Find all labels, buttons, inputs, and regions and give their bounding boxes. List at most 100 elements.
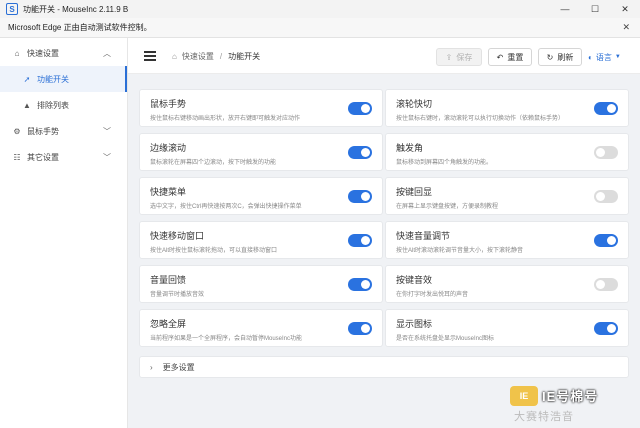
feature-title: 边缘滚动 bbox=[150, 143, 187, 153]
undo-icon: ↶ bbox=[496, 52, 504, 62]
feature-description: 当前程序如果是一个全屏程序，会自动暂停MouseInc功能 bbox=[150, 336, 303, 342]
feature-description: 鼠标滚轮在屏幕四个边滚动，按下时触发的功能 bbox=[150, 160, 277, 166]
feature-toggle[interactable] bbox=[348, 234, 372, 247]
app-icon: S bbox=[6, 3, 18, 15]
more-settings-label: 更多设置 bbox=[162, 362, 195, 372]
save-button[interactable]: ⇪ 保存 bbox=[436, 48, 482, 66]
feature-toggle[interactable] bbox=[348, 146, 372, 159]
feature-title: 快捷菜单 bbox=[150, 187, 187, 197]
sidebar-item-label: 其它设置 bbox=[27, 152, 59, 162]
upload-icon: ⇪ bbox=[445, 52, 453, 62]
watermark-subtitle: 大赛特浩音 bbox=[514, 411, 574, 423]
watermark-brand: IE号棉号 bbox=[542, 389, 599, 404]
feature-toggle[interactable] bbox=[594, 322, 618, 335]
sidebar-item-label: 鼠标手势 bbox=[27, 126, 59, 136]
refresh-icon: ↻ bbox=[546, 52, 554, 62]
feature-title: 快速移动窗口 bbox=[150, 231, 205, 241]
feature-title: 触发角 bbox=[396, 143, 424, 153]
chevron-down-icon: ﹀ bbox=[103, 126, 111, 136]
feature-card: 按键回显在屏幕上显示键盘按键，方便录制教程 bbox=[385, 177, 629, 215]
feature-title: 忽略全屏 bbox=[150, 319, 187, 329]
globe-icon: ◐ bbox=[588, 52, 593, 62]
feature-description: 音量调节时播放音效 bbox=[150, 292, 205, 298]
sidebar-item-exclusion-list[interactable]: ▲ 排除列表 bbox=[0, 92, 127, 118]
feature-card: 边缘滚动鼠标滚轮在屏幕四个边滚动，按下时触发的功能 bbox=[139, 133, 383, 171]
active-indicator bbox=[125, 66, 127, 92]
sidebar-item-label: 功能开关 bbox=[37, 74, 69, 84]
feature-description: 在屏幕上显示键盘按键，方便录制教程 bbox=[396, 204, 499, 210]
feature-card: 按键音效在你打字时发出悦耳的声音 bbox=[385, 265, 629, 303]
feature-description: 选中文字，按住Ctrl再快速按两次C，会弹出快捷操作菜单 bbox=[150, 204, 302, 210]
feature-description: 是否在系统托盘处显示MouseInc图标 bbox=[396, 336, 495, 342]
sidebar-item-other-settings[interactable]: ☷ 其它设置 ﹀ bbox=[0, 144, 127, 170]
feature-description: 按住Alt时按住鼠标滚轮拖动，可以直接移动窗口 bbox=[150, 248, 278, 254]
chevron-down-icon: ▼ bbox=[614, 54, 621, 60]
breadcrumb-current: 功能开关 bbox=[228, 51, 261, 61]
sidebar-item-label: 排除列表 bbox=[37, 100, 69, 110]
breadcrumb-separator: / bbox=[219, 51, 223, 61]
toolbar: ⌂ 快速设置 / 功能开关 ⇪ 保存 ↶ 重置 ↻ 刷新 ◐ 语言 ▼ bbox=[128, 38, 640, 74]
chevron-down-icon: ﹀ bbox=[103, 152, 111, 162]
warning-icon: ▲ bbox=[23, 100, 31, 110]
feature-description: 按住鼠标右键移动画出形状，放开右键即可触发对应动作 bbox=[150, 116, 301, 122]
sidebar: ⌂ 快速设置 ︿ ➚ 功能开关 ▲ 排除列表 ⚙ 鼠标手势 ﹀ ☷ 其它设置 ﹀ bbox=[0, 38, 128, 428]
feature-title: 按键音效 bbox=[396, 275, 433, 285]
feature-card: 忽略全屏当前程序如果是一个全屏程序，会自动暂停MouseInc功能 bbox=[139, 309, 383, 347]
sidebar-item-feature-switches[interactable]: ➚ 功能开关 bbox=[0, 66, 127, 92]
feature-description: 按住Alt时滚动滚轮调节音量大小，按下滚轮静音 bbox=[396, 248, 524, 254]
home-icon: ⌂ bbox=[14, 48, 20, 58]
infobar-text: Microsoft Edge 正由自动测试软件控制。 bbox=[8, 23, 152, 32]
automation-infobar: Microsoft Edge 正由自动测试软件控制。 ✕ bbox=[0, 18, 640, 38]
feature-card: 显示图标是否在系统托盘处显示MouseInc图标 bbox=[385, 309, 629, 347]
home-icon: ⌂ bbox=[172, 51, 177, 61]
sidebar-item-mouse-gestures[interactable]: ⚙ 鼠标手势 ﹀ bbox=[0, 118, 127, 144]
refresh-button[interactable]: ↻ 刷新 bbox=[538, 48, 582, 66]
feature-title: 按键回显 bbox=[396, 187, 433, 197]
sidebar-item-quick-settings[interactable]: ⌂ 快速设置 ︿ bbox=[0, 40, 127, 66]
minimize-button[interactable]: — bbox=[550, 0, 580, 18]
feature-card: 音量回馈音量调节时播放音效 bbox=[139, 265, 383, 303]
reset-button[interactable]: ↶ 重置 bbox=[488, 48, 532, 66]
feature-toggle[interactable] bbox=[348, 278, 372, 291]
more-settings-expander[interactable]: › 更多设置 bbox=[139, 356, 629, 378]
watermark: IE IE号棉号 大赛特浩音 bbox=[508, 384, 634, 424]
feature-card: 触发角鼠标移动到屏幕四个角触发的功能。 bbox=[385, 133, 629, 171]
feature-description: 鼠标移动到屏幕四个角触发的功能。 bbox=[396, 160, 493, 166]
feature-toggle[interactable] bbox=[348, 102, 372, 115]
feature-toggle[interactable] bbox=[348, 190, 372, 203]
feature-title: 显示图标 bbox=[396, 319, 433, 329]
feature-toggle[interactable] bbox=[348, 322, 372, 335]
window-title: 功能开关 - MouseInc 2.11.9 B bbox=[23, 4, 129, 14]
feature-title: 滚轮快切 bbox=[396, 99, 433, 109]
breadcrumb: ⌂ 快速设置 / 功能开关 bbox=[172, 38, 260, 74]
pointer-icon: ➚ bbox=[23, 74, 31, 84]
feature-title: 音量回馈 bbox=[150, 275, 187, 285]
feature-toggle[interactable] bbox=[594, 102, 618, 115]
gear-icon: ⚙ bbox=[13, 126, 21, 136]
feature-toggle[interactable] bbox=[594, 146, 618, 159]
list-icon: ☷ bbox=[13, 152, 21, 162]
feature-toggle[interactable] bbox=[594, 190, 618, 203]
menu-icon[interactable] bbox=[144, 51, 156, 61]
feature-title: 快速音量调节 bbox=[396, 231, 451, 241]
window-controls: — ☐ ✕ bbox=[550, 0, 640, 18]
feature-card: 滚轮快切按住鼠标右键时，滚动滚轮可以执行切换动作（依赖鼠标手势） bbox=[385, 89, 629, 127]
close-window-button[interactable]: ✕ bbox=[610, 0, 640, 18]
feature-card: 快速音量调节按住Alt时滚动滚轮调节音量大小，按下滚轮静音 bbox=[385, 221, 629, 259]
feature-toggle[interactable] bbox=[594, 278, 618, 291]
infobar-close-icon[interactable]: ✕ bbox=[622, 22, 630, 33]
feature-card: 快捷菜单选中文字，按住Ctrl再快速按两次C，会弹出快捷操作菜单 bbox=[139, 177, 383, 215]
watermark-logo: IE bbox=[510, 386, 538, 406]
title-bar: S 功能开关 - MouseInc 2.11.9 B — ☐ ✕ bbox=[0, 0, 640, 18]
chevron-right-icon: › bbox=[150, 362, 153, 372]
maximize-button[interactable]: ☐ bbox=[580, 0, 610, 18]
feature-description: 在你打字时发出悦耳的声音 bbox=[396, 292, 469, 298]
feature-card: 快速移动窗口按住Alt时按住鼠标滚轮拖动，可以直接移动窗口 bbox=[139, 221, 383, 259]
feature-card: 鼠标手势按住鼠标右键移动画出形状，放开右键即可触发对应动作 bbox=[139, 89, 383, 127]
feature-title: 鼠标手势 bbox=[150, 99, 187, 109]
language-dropdown[interactable]: ◐ 语言 ▼ bbox=[588, 48, 621, 66]
feature-toggle[interactable] bbox=[594, 234, 618, 247]
breadcrumb-home[interactable]: 快速设置 bbox=[182, 51, 214, 62]
feature-description: 按住鼠标右键时，滚动滚轮可以执行切换动作（依赖鼠标手势） bbox=[396, 116, 565, 122]
sidebar-item-label: 快速设置 bbox=[27, 48, 59, 58]
